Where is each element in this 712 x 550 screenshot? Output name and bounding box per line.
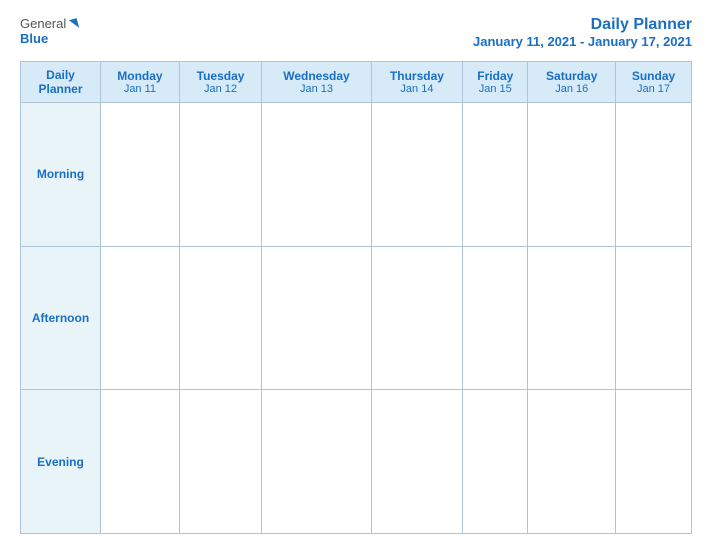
header-wednesday: Wednesday Jan 13	[262, 62, 371, 103]
header: General Blue Daily Planner January 11, 2…	[20, 16, 692, 49]
header-thursday: Thursday Jan 14	[371, 62, 462, 103]
saturday-label: Saturday	[532, 69, 611, 83]
header-row: Daily Planner Monday Jan 11 Tuesday Jan …	[21, 62, 692, 103]
planner-title: Daily Planner	[473, 16, 692, 34]
morning-saturday[interactable]	[528, 103, 616, 247]
header-friday: Friday Jan 15	[463, 62, 528, 103]
logo-general: General	[20, 16, 66, 31]
evening-saturday[interactable]	[528, 390, 616, 534]
morning-friday[interactable]	[463, 103, 528, 247]
evening-row: Evening	[21, 390, 692, 534]
thursday-date: Jan 14	[376, 83, 458, 95]
monday-label: Monday	[105, 69, 175, 83]
afternoon-row: Afternoon	[21, 246, 692, 390]
afternoon-wednesday[interactable]	[262, 246, 371, 390]
wednesday-date: Jan 13	[266, 83, 366, 95]
afternoon-thursday[interactable]	[371, 246, 462, 390]
evening-wednesday[interactable]	[262, 390, 371, 534]
date-range: January 11, 2021 - January 17, 2021	[473, 34, 692, 49]
morning-thursday[interactable]	[371, 103, 462, 247]
evening-label: Evening	[21, 390, 101, 534]
morning-tuesday[interactable]	[179, 103, 261, 247]
logo-blue: Blue	[20, 31, 48, 46]
header-monday: Monday Jan 11	[101, 62, 180, 103]
morning-sunday[interactable]	[616, 103, 692, 247]
morning-row: Morning	[21, 103, 692, 247]
afternoon-tuesday[interactable]	[179, 246, 261, 390]
morning-label: Morning	[21, 103, 101, 247]
header-saturday: Saturday Jan 16	[528, 62, 616, 103]
tuesday-date: Jan 12	[184, 83, 257, 95]
evening-friday[interactable]	[463, 390, 528, 534]
sunday-label: Sunday	[620, 69, 687, 83]
afternoon-monday[interactable]	[101, 246, 180, 390]
evening-monday[interactable]	[101, 390, 180, 534]
header-label-cell: Daily Planner	[21, 62, 101, 103]
header-sunday: Sunday Jan 17	[616, 62, 692, 103]
friday-label: Friday	[467, 69, 523, 83]
title-area: Daily Planner January 11, 2021 - January…	[473, 16, 692, 49]
evening-thursday[interactable]	[371, 390, 462, 534]
morning-wednesday[interactable]	[262, 103, 371, 247]
friday-date: Jan 15	[467, 83, 523, 95]
thursday-label: Thursday	[376, 69, 458, 83]
morning-monday[interactable]	[101, 103, 180, 247]
afternoon-sunday[interactable]	[616, 246, 692, 390]
header-tuesday: Tuesday Jan 12	[179, 62, 261, 103]
saturday-date: Jan 16	[532, 83, 611, 95]
logo-area: General Blue	[20, 16, 78, 46]
afternoon-friday[interactable]	[463, 246, 528, 390]
planner-header-label: Daily Planner	[25, 68, 96, 96]
tuesday-label: Tuesday	[184, 69, 257, 83]
monday-date: Jan 11	[105, 83, 175, 95]
afternoon-saturday[interactable]	[528, 246, 616, 390]
calendar-table: Daily Planner Monday Jan 11 Tuesday Jan …	[20, 61, 692, 534]
logo: General	[20, 16, 78, 31]
logo-triangle-icon	[69, 18, 79, 30]
evening-tuesday[interactable]	[179, 390, 261, 534]
sunday-date: Jan 17	[620, 83, 687, 95]
evening-sunday[interactable]	[616, 390, 692, 534]
afternoon-label: Afternoon	[21, 246, 101, 390]
wednesday-label: Wednesday	[266, 69, 366, 83]
